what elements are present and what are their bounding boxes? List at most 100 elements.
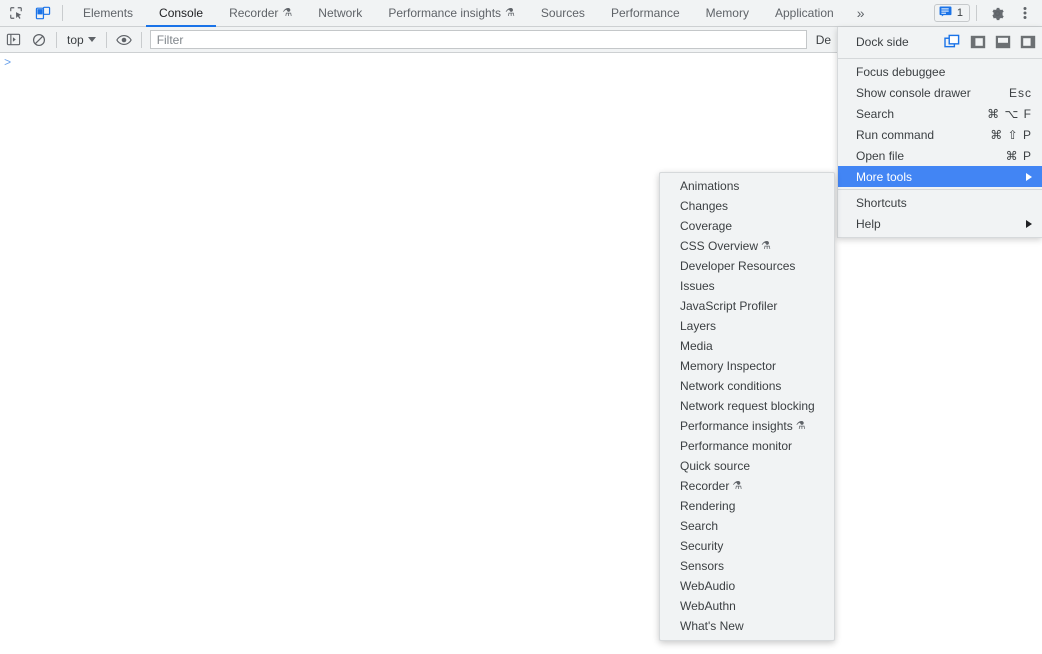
experimental-flask-icon: ⚗ <box>732 479 743 492</box>
submenu-item-changes[interactable]: Changes <box>660 196 834 216</box>
issues-badge[interactable]: 1 <box>933 4 970 22</box>
submenu-item-sensors[interactable]: Sensors <box>660 556 834 576</box>
menu-divider <box>838 189 1042 190</box>
log-levels-dropdown[interactable]: De <box>816 33 831 47</box>
tab-elements[interactable]: Elements <box>70 0 146 27</box>
submenu-item-label: Network conditions <box>680 379 782 393</box>
tab-label: Recorder <box>229 6 279 20</box>
toolbar-divider <box>62 5 63 21</box>
clear-console-icon[interactable] <box>26 28 52 52</box>
devtools-main-menu: Dock side Focus debuggee Show console dr… <box>837 27 1042 238</box>
submenu-item-media[interactable]: Media <box>660 336 834 356</box>
dock-to-right-icon[interactable] <box>1015 30 1040 54</box>
filter-input[interactable]: Filter <box>149 30 807 49</box>
dock-side-row: Dock side <box>838 27 1042 56</box>
submenu-item-label: Coverage <box>680 219 733 233</box>
console-prompt-chevron-icon: > <box>4 56 12 70</box>
experimental-flask-icon: ⚗ <box>505 6 515 19</box>
submenu-item-label: WebAuthn <box>680 599 736 613</box>
menu-item-search[interactable]: Search ⌘ ⌥ F <box>838 103 1042 124</box>
submenu-item-performance-insights[interactable]: Performance insights ⚗ <box>660 416 834 436</box>
submenu-item-label: Sensors <box>680 559 725 573</box>
submenu-item-label: Network request blocking <box>680 399 815 413</box>
dock-to-bottom-icon[interactable] <box>990 30 1015 54</box>
menu-item-run-command[interactable]: Run command ⌘ ⇧ P <box>838 124 1042 145</box>
menu-item-focus-debuggee[interactable]: Focus debuggee <box>838 61 1042 82</box>
submenu-item-javascript-profiler[interactable]: JavaScript Profiler <box>660 296 834 316</box>
submenu-item-rendering[interactable]: Rendering <box>660 496 834 516</box>
submenu-item-issues[interactable]: Issues <box>660 276 834 296</box>
submenu-item-label: Changes <box>680 199 729 213</box>
submenu-item-recorder[interactable]: Recorder ⚗ <box>660 476 834 496</box>
submenu-arrow-icon <box>1026 219 1032 228</box>
submenu-item-css-overview[interactable]: CSS Overview ⚗ <box>660 236 834 256</box>
menu-item-label: Help <box>856 216 881 231</box>
submenu-item-whats-new[interactable]: What's New <box>660 616 834 636</box>
live-expression-eye-icon[interactable] <box>111 28 137 52</box>
submenu-item-security[interactable]: Security <box>660 536 834 556</box>
tab-memory[interactable]: Memory <box>693 0 762 27</box>
dock-to-left-icon[interactable] <box>965 30 990 54</box>
toolbar-divider <box>105 31 107 48</box>
inspect-element-icon[interactable] <box>2 0 29 26</box>
submenu-item-label: Layers <box>680 319 717 333</box>
submenu-item-label: CSS Overview <box>680 239 759 253</box>
submenu-item-developer-resources[interactable]: Developer Resources <box>660 256 834 276</box>
gear-icon[interactable] <box>984 0 1011 26</box>
tab-label: Application <box>774 6 834 20</box>
submenu-item-layers[interactable]: Layers <box>660 316 834 336</box>
submenu-item-memory-inspector[interactable]: Memory Inspector <box>660 356 834 376</box>
submenu-arrow-icon <box>1026 172 1032 181</box>
submenu-item-label: What's New <box>680 619 744 633</box>
tab-console[interactable]: Console <box>146 0 217 27</box>
devtools-window: Elements Console Recorder ⚗ Network Perf… <box>0 0 1042 654</box>
submenu-item-label: Memory Inspector <box>680 359 777 373</box>
more-tools-submenu: Animations Changes Coverage CSS Overview… <box>659 172 835 641</box>
menu-item-open-file[interactable]: Open file ⌘ P <box>838 145 1042 166</box>
menu-item-label: Focus debuggee <box>856 64 946 79</box>
device-toolbar-icon[interactable] <box>29 0 56 26</box>
more-tabs-chevron-icon[interactable]: » <box>847 0 875 27</box>
execution-context-label: top <box>67 32 84 47</box>
submenu-item-webaudio[interactable]: WebAudio <box>660 576 834 596</box>
menu-item-help[interactable]: Help <box>838 213 1042 234</box>
three-dot-menu-icon[interactable] <box>1011 0 1038 26</box>
toolbar-divider <box>976 5 977 21</box>
submenu-item-search[interactable]: Search <box>660 516 834 536</box>
tab-recorder[interactable]: Recorder ⚗ <box>216 0 305 27</box>
chevron-down-icon <box>87 37 96 42</box>
submenu-item-animations[interactable]: Animations <box>660 176 834 196</box>
submenu-item-webauthn[interactable]: WebAuthn <box>660 596 834 616</box>
panel-tabs: Elements Console Recorder ⚗ Network Perf… <box>70 0 875 27</box>
menu-item-shortcut: ⌘ ⇧ P <box>990 127 1032 142</box>
submenu-item-quick-source[interactable]: Quick source <box>660 456 834 476</box>
menu-item-shortcuts[interactable]: Shortcuts <box>838 192 1042 213</box>
submenu-item-performance-monitor[interactable]: Performance monitor <box>660 436 834 456</box>
tab-label: Console <box>159 6 204 20</box>
menu-item-label: Show console drawer <box>856 85 971 100</box>
console-sidebar-toggle-icon[interactable] <box>0 28 26 52</box>
submenu-item-network-request-blocking[interactable]: Network request blocking <box>660 396 834 416</box>
execution-context-dropdown[interactable]: top <box>61 30 102 50</box>
dock-side-label: Dock side <box>856 34 909 49</box>
undock-into-separate-window-icon[interactable] <box>940 30 965 54</box>
submenu-item-coverage[interactable]: Coverage <box>660 216 834 236</box>
submenu-item-label: Search <box>680 519 719 533</box>
tab-label: Performance <box>610 6 680 20</box>
menu-item-show-console-drawer[interactable]: Show console drawer Esc <box>838 82 1042 103</box>
tab-sources[interactable]: Sources <box>528 0 598 27</box>
submenu-item-label: Issues <box>680 279 715 293</box>
tab-label: Elements <box>83 6 134 20</box>
tab-performance-insights[interactable]: Performance insights ⚗ <box>375 0 528 27</box>
menu-item-shortcut: Esc <box>1008 85 1032 100</box>
menu-item-shortcut: ⌘ ⌥ F <box>987 106 1032 121</box>
tab-application[interactable]: Application <box>762 0 847 27</box>
submenu-item-label: Quick source <box>680 459 751 473</box>
tab-network[interactable]: Network <box>305 0 375 27</box>
menu-item-more-tools[interactable]: More tools <box>838 166 1042 187</box>
issues-count: 1 <box>956 7 963 19</box>
tab-performance[interactable]: Performance <box>598 0 693 27</box>
submenu-item-label: WebAudio <box>680 579 736 593</box>
submenu-item-network-conditions[interactable]: Network conditions <box>660 376 834 396</box>
toolbar-divider <box>56 31 57 48</box>
